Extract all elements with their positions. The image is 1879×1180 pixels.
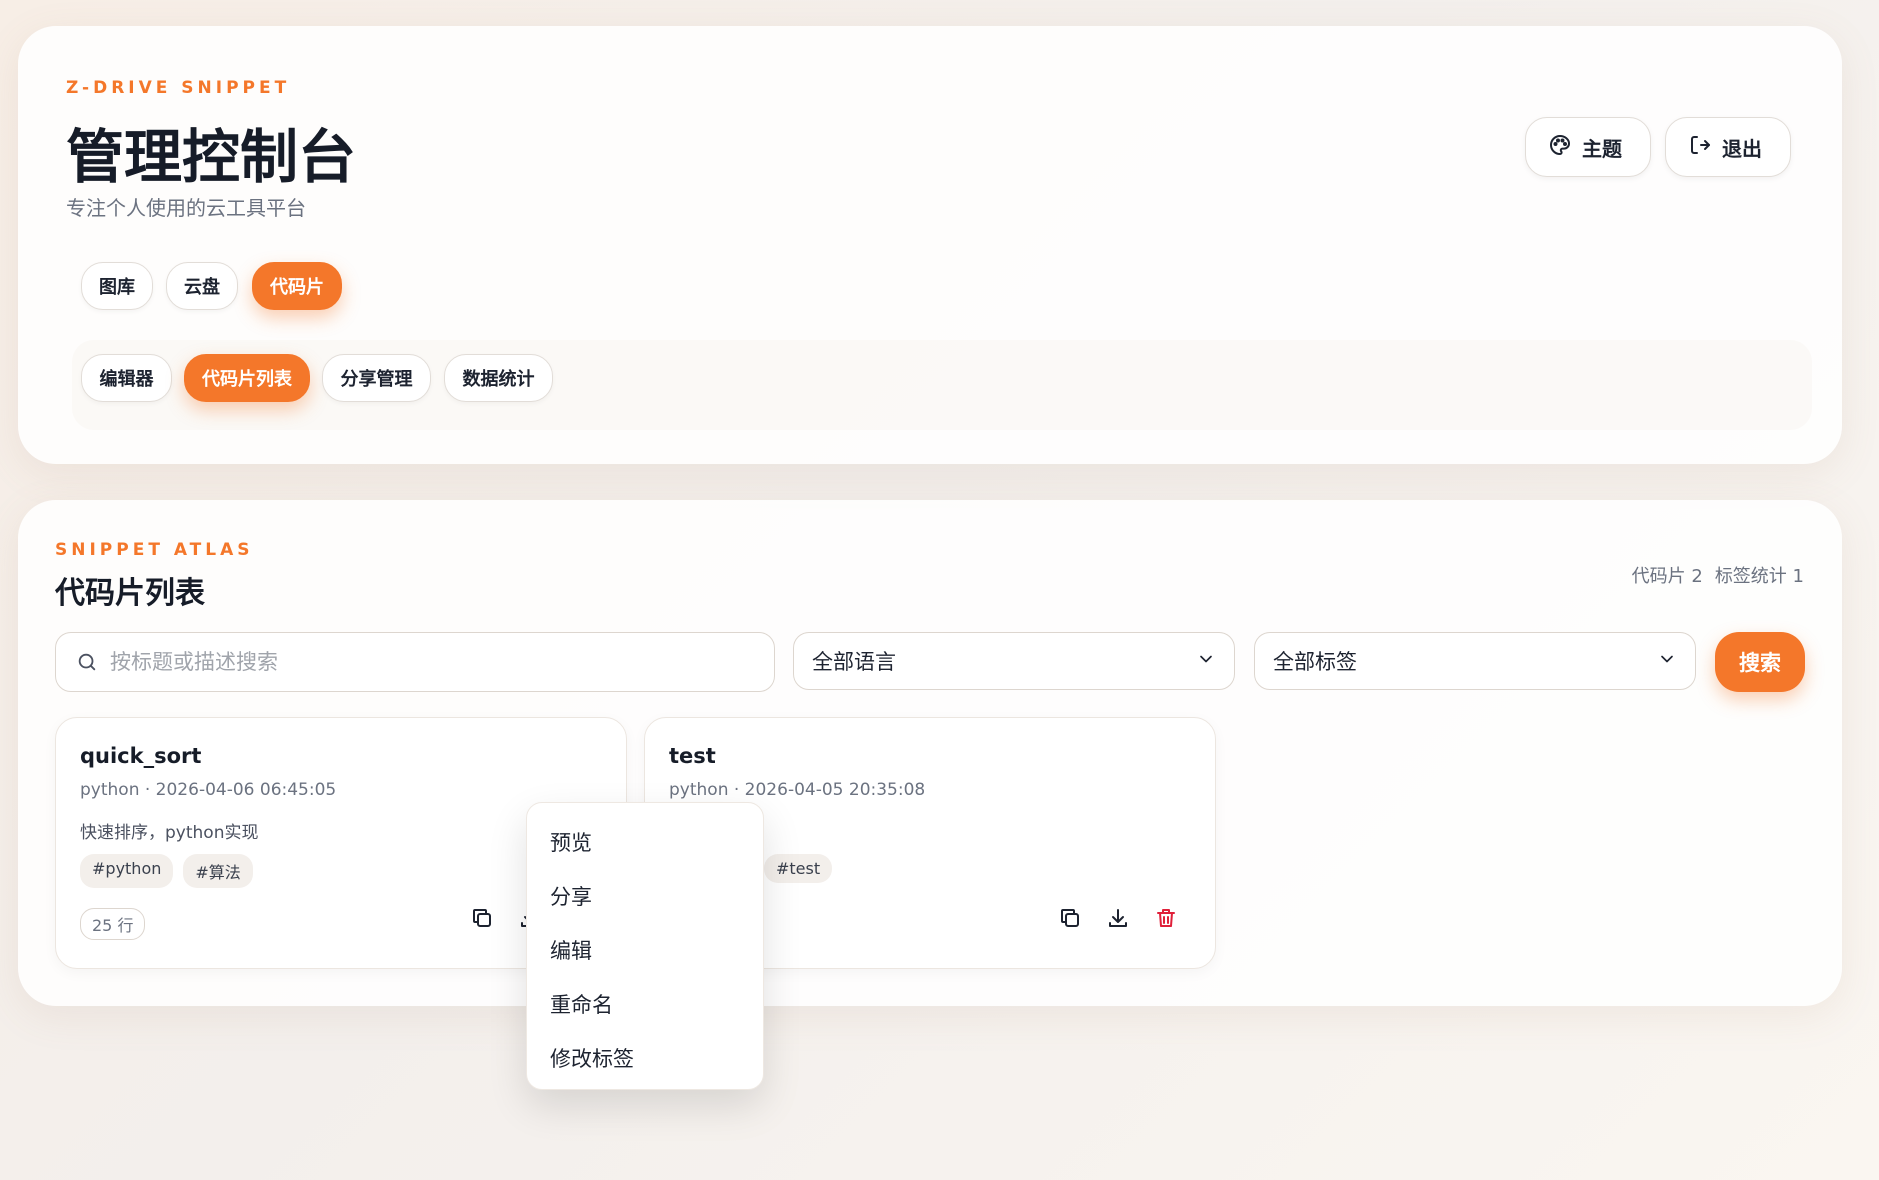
snippet-meta: python · 2026-04-05 20:35:08 (669, 780, 926, 800)
nav-gallery[interactable]: 图库 (81, 262, 153, 310)
tag-select-value: 全部标签 (1273, 650, 1357, 674)
copy-icon[interactable] (470, 906, 494, 930)
nav-snippets[interactable]: 代码片 (252, 262, 342, 310)
menu-item-edit[interactable]: 编辑 (527, 923, 763, 977)
snippet-tags: #python #算法 (80, 854, 253, 888)
section-eyebrow: SNIPPET ATLAS (55, 540, 254, 560)
menu-item-share[interactable]: 分享 (527, 869, 763, 923)
search-icon (76, 651, 98, 673)
copy-icon[interactable] (1058, 906, 1082, 930)
snippet-context-menu: 预览 分享 编辑 重命名 修改标签 (526, 802, 764, 1090)
header-panel: Z-DRIVE SNIPPET 管理控制台 专注个人使用的云工具平台 主题 退出… (18, 26, 1842, 464)
trash-icon[interactable] (1154, 906, 1178, 930)
subnav-snippet-list[interactable]: 代码片列表 (184, 354, 310, 402)
language-select-value: 全部语言 (812, 650, 896, 674)
page-title: 管理控制台 (66, 123, 357, 191)
chevron-down-icon (1657, 649, 1677, 674)
chevron-down-icon (1196, 649, 1216, 674)
section-title: 代码片列表 (55, 576, 205, 611)
line-count-badge: 25 行 (80, 908, 146, 940)
logout-button[interactable]: 退出 (1665, 117, 1791, 177)
snippet-actions (1058, 906, 1178, 930)
snippet-tags: #test (764, 854, 833, 883)
tag-chip[interactable]: #算法 (183, 854, 253, 888)
tag-count: 标签统计 1 (1714, 566, 1804, 587)
palette-icon (1548, 133, 1572, 162)
snippet-title[interactable]: test (669, 744, 716, 768)
search-button[interactable]: 搜索 (1715, 632, 1805, 692)
page-subtitle: 专注个人使用的云工具平台 (66, 196, 306, 220)
nav-cloud-drive[interactable]: 云盘 (166, 262, 238, 310)
tag-chip[interactable]: #test (764, 854, 833, 883)
brand-eyebrow: Z-DRIVE SNIPPET (66, 78, 291, 98)
search-input[interactable] (110, 650, 730, 674)
menu-item-rename[interactable]: 重命名 (527, 977, 763, 1031)
theme-button-label: 主题 (1582, 136, 1622, 161)
subnav-editor[interactable]: 编辑器 (81, 354, 172, 402)
subnav-statistics[interactable]: 数据统计 (444, 354, 553, 402)
language-select[interactable]: 全部语言 (793, 632, 1235, 690)
menu-item-edit-tags[interactable]: 修改标签 (527, 1031, 763, 1085)
theme-button[interactable]: 主题 (1525, 117, 1651, 177)
tag-select[interactable]: 全部标签 (1254, 632, 1696, 690)
snippet-meta: python · 2026-04-06 06:45:05 (80, 780, 337, 800)
snippet-description: 快速排序，python实现 (80, 823, 259, 843)
snippet-list-panel: SNIPPET ATLAS 代码片列表 代码片 2 标签统计 1 全部语言 全部… (18, 500, 1842, 1006)
download-icon[interactable] (1106, 906, 1130, 930)
subnav-share-management[interactable]: 分享管理 (322, 354, 431, 402)
tag-chip[interactable]: #python (80, 854, 174, 888)
logout-icon (1688, 133, 1712, 162)
snippet-stats: 代码片 2 标签统计 1 (1632, 562, 1804, 588)
menu-item-preview[interactable]: 预览 (527, 815, 763, 869)
logout-button-label: 退出 (1722, 136, 1762, 161)
search-field[interactable] (55, 632, 775, 692)
snippet-title[interactable]: quick_sort (80, 744, 201, 768)
snippet-count: 代码片 2 (1631, 566, 1703, 587)
